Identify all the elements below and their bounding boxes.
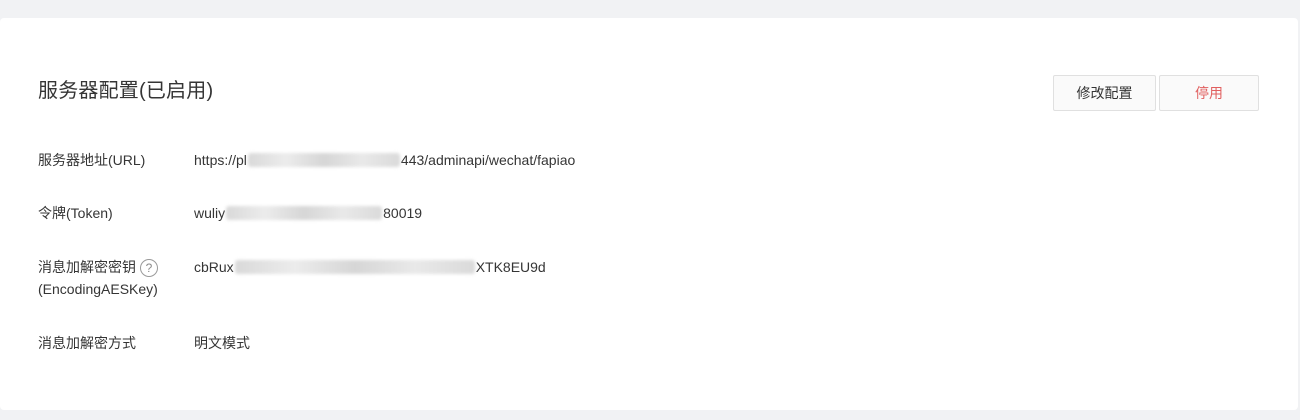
field-label-url: 服务器地址(URL) bbox=[38, 152, 146, 168]
disable-button[interactable]: 停用 bbox=[1159, 75, 1259, 111]
redacted-blur bbox=[247, 153, 400, 167]
token-prefix: wuliy bbox=[194, 205, 226, 221]
panel-title: 服务器配置(已启用) bbox=[38, 80, 214, 102]
field-row-aeskey: 消息加解密密钥? (EncodingAESKey) cbRux XTK8EU9d bbox=[38, 256, 546, 300]
field-value-aeskey: cbRux XTK8EU9d bbox=[194, 256, 546, 300]
url-suffix: 443/adminapi/wechat/fapiao bbox=[400, 152, 576, 168]
url-prefix: https://pl bbox=[194, 152, 247, 168]
field-label-token: 令牌(Token) bbox=[38, 205, 113, 221]
field-row-token: 令牌(Token) wuliy 80019 bbox=[38, 202, 422, 224]
field-label-mode: 消息加解密方式 bbox=[38, 335, 136, 351]
field-value-mode: 明文模式 bbox=[194, 335, 250, 351]
aeskey-suffix: XTK8EU9d bbox=[475, 259, 546, 275]
field-row-url: 服务器地址(URL) https://pl 443/adminapi/wechat… bbox=[38, 149, 575, 171]
server-config-panel: 服务器配置(已启用) 修改配置 停用 服务器地址(URL) https://pl… bbox=[0, 18, 1298, 410]
field-label-aeskey: 消息加解密密钥? (EncodingAESKey) bbox=[38, 256, 194, 300]
field-value-token: wuliy 80019 bbox=[194, 202, 422, 224]
edit-config-button[interactable]: 修改配置 bbox=[1053, 75, 1156, 111]
aeskey-prefix: cbRux bbox=[194, 259, 234, 275]
aeskey-label-line1: 消息加解密密钥? bbox=[38, 256, 194, 278]
token-suffix: 80019 bbox=[383, 205, 423, 221]
aeskey-label-line2: (EncodingAESKey) bbox=[38, 281, 158, 297]
redacted-blur bbox=[234, 260, 475, 274]
aeskey-label-text: 消息加解密密钥 bbox=[38, 259, 136, 275]
field-value-url: https://pl 443/adminapi/wechat/fapiao bbox=[194, 149, 575, 171]
panel-actions: 修改配置 停用 bbox=[1053, 75, 1259, 111]
help-icon[interactable]: ? bbox=[140, 259, 158, 278]
redacted-blur bbox=[226, 206, 383, 220]
field-row-mode: 消息加解密方式 明文模式 bbox=[38, 332, 250, 354]
